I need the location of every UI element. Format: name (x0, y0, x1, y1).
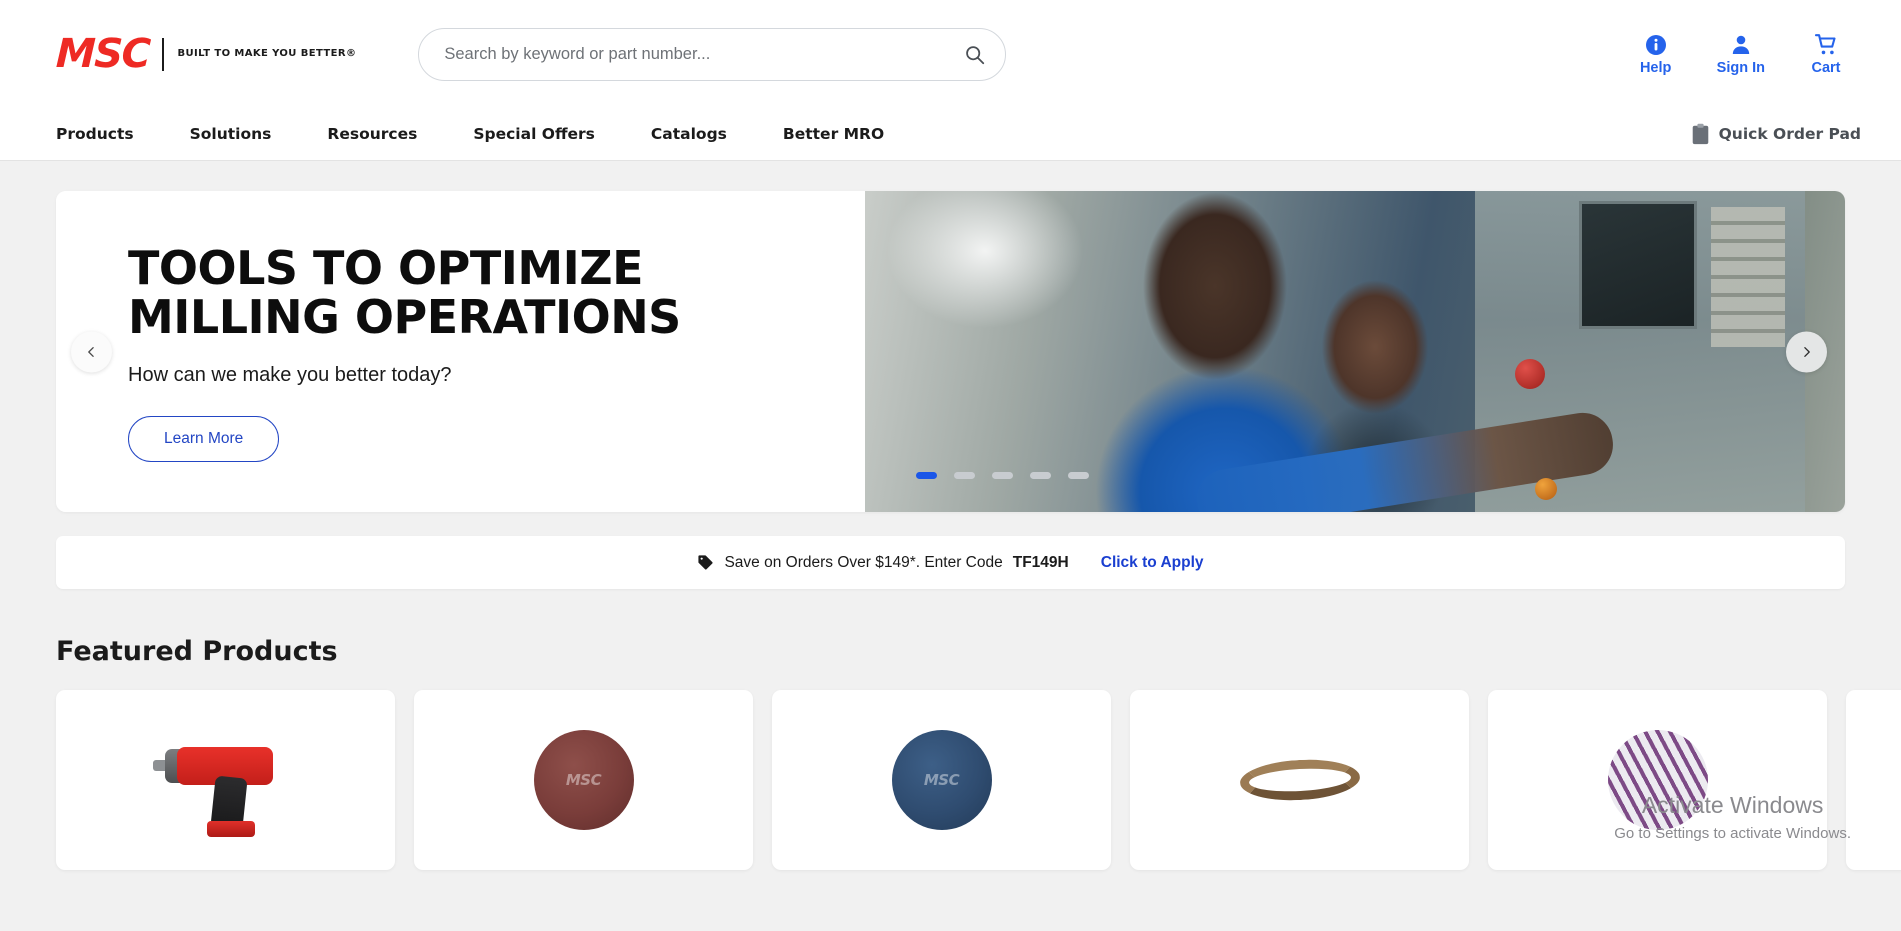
product-image-sanding-belt (1238, 756, 1361, 804)
product-card-purple-disc[interactable] (1488, 690, 1827, 870)
hero-emergency-button (1515, 359, 1545, 389)
product-card-maroon-disc[interactable]: MSC (414, 690, 753, 870)
nav-item-resources[interactable]: Resources (327, 125, 447, 143)
product-image-blue-disc: MSC (891, 730, 992, 830)
promo-apply-link[interactable]: Click to Apply (1101, 554, 1204, 572)
help-button[interactable]: Help (1633, 33, 1679, 76)
featured-products-carousel: MSC MSC (56, 690, 1901, 870)
disc-msc-logo: MSC (565, 771, 602, 789)
hero-cnc-keypad (1711, 207, 1785, 347)
product-card-sanding-belt[interactable] (1130, 690, 1469, 870)
quick-order-pad-label: Quick Order Pad (1718, 125, 1861, 143)
hero-carousel: TOOLS TO OPTIMIZE MILLING OPERATIONS How… (56, 191, 1845, 512)
page-content: TOOLS TO OPTIMIZE MILLING OPERATIONS How… (0, 191, 1901, 870)
hero-cnc-screen (1579, 201, 1697, 329)
cart-label: Cart (1811, 59, 1841, 76)
carousel-dot-3[interactable] (992, 472, 1013, 479)
product-card-impact-wrench[interactable] (56, 690, 395, 870)
product-image-purple-disc (1607, 730, 1708, 830)
sign-in-button[interactable]: Sign In (1717, 33, 1765, 76)
quick-order-pad-button[interactable]: Quick Order Pad (1691, 123, 1861, 145)
msc-logo[interactable]: MSC BUILT TO MAKE YOU BETTER® (55, 31, 357, 77)
chevron-right-icon (1804, 346, 1810, 357)
info-circle-icon (1645, 34, 1666, 55)
header-utilities: Help Sign In Cart (1633, 33, 1861, 76)
carousel-dots (916, 472, 1089, 479)
chevron-left-icon (88, 346, 94, 357)
carousel-dot-2[interactable] (954, 472, 975, 479)
product-card-next-partial[interactable] (1846, 690, 1901, 870)
nav-item-special-offers[interactable]: Special Offers (473, 125, 625, 143)
nav-item-catalogs[interactable]: Catalogs (651, 125, 757, 143)
hero-subtitle: How can we make you better today? (128, 363, 452, 386)
search-button[interactable] (958, 38, 990, 70)
nav-item-solutions[interactable]: Solutions (190, 125, 302, 143)
carousel-dot-1[interactable] (916, 472, 937, 479)
header-top-row: MSC BUILT TO MAKE YOU BETTER® Help (0, 0, 1901, 108)
carousel-prev-button[interactable] (71, 331, 112, 372)
tag-icon (698, 555, 714, 570)
sign-in-label: Sign In (1716, 59, 1765, 76)
shopping-cart-icon (1814, 33, 1836, 54)
nav-item-better-mro[interactable]: Better MRO (783, 125, 914, 143)
product-image-impact-wrench (151, 725, 301, 837)
product-image-maroon-disc: MSC (533, 730, 634, 830)
search-input[interactable] (418, 27, 1007, 81)
nav-item-products[interactable]: Products (56, 125, 164, 143)
search-bar[interactable] (418, 27, 1007, 81)
logo-divider (162, 37, 165, 71)
hero-background-photo (865, 191, 1845, 512)
carousel-dot-5[interactable] (1068, 472, 1089, 479)
hero-text-block: TOOLS TO OPTIMIZE MILLING OPERATIONS How… (128, 244, 681, 462)
hero-orange-button (1535, 478, 1557, 500)
promo-code: TF149H (1012, 553, 1069, 571)
promo-banner[interactable]: Save on Orders Over $149*. Enter Code TF… (56, 536, 1845, 589)
clipboard-icon (1692, 123, 1708, 145)
site-header: MSC BUILT TO MAKE YOU BETTER® Help (0, 0, 1901, 161)
help-label: Help (1639, 59, 1672, 76)
cart-button[interactable]: Cart (1803, 33, 1849, 76)
msc-tagline: BUILT TO MAKE YOU BETTER® (177, 47, 357, 59)
promo-text: Save on Orders Over $149*. Enter Code (724, 553, 1003, 571)
msc-wordmark: MSC (55, 31, 151, 77)
carousel-next-button[interactable] (1786, 331, 1827, 372)
hero-learn-more-button[interactable]: Learn More (128, 415, 280, 462)
hero-title: TOOLS TO OPTIMIZE MILLING OPERATIONS (128, 241, 681, 344)
person-icon (1732, 35, 1750, 54)
disc-msc-logo: MSC (923, 771, 960, 789)
main-navigation: Products Solutions Resources Special Off… (56, 125, 914, 143)
featured-products-heading: Featured Products (56, 636, 338, 667)
header-nav-row: Products Solutions Resources Special Off… (0, 108, 1901, 160)
search-icon (966, 45, 984, 64)
carousel-dot-4[interactable] (1030, 472, 1051, 479)
product-card-blue-disc[interactable]: MSC (772, 690, 1111, 870)
